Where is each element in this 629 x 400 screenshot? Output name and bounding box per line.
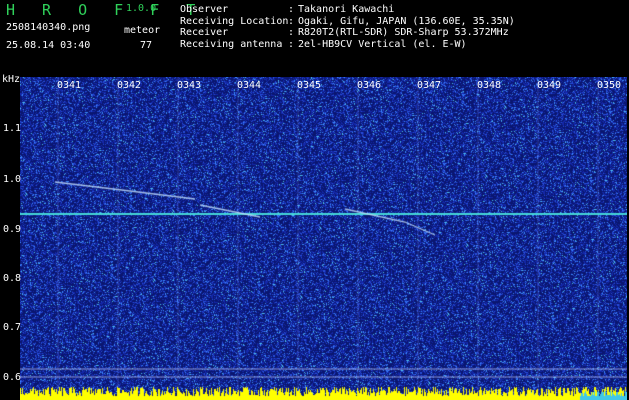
info-value: 2el-HB9CV Vertical (el. E-W) [298, 38, 467, 50]
info-separator: : [288, 27, 295, 38]
info-key: Receiving Location [180, 15, 289, 27]
detection-count: 77 [140, 40, 153, 51]
info-value: R820T2(RTL-SDR) SDR-Sharp 53.372MHz [298, 27, 509, 38]
x-tick-label: 0347 [417, 80, 442, 91]
x-tick-label: 0345 [297, 80, 322, 91]
info-key: Observer [180, 4, 229, 15]
spectrogram-canvas [20, 77, 627, 400]
info-row-receiver: Receiver: R820T2(RTL-SDR) SDR-Sharp 53.37… [180, 27, 515, 39]
x-tick-label: 0342 [117, 80, 142, 91]
x-tick-label: 0341 [57, 80, 82, 91]
y-tick-label: 1.0 [3, 174, 22, 185]
info-separator: : [288, 15, 295, 27]
info-row-location: Receiving Location: Ogaki, Gifu, JAPAN (1… [180, 16, 515, 28]
y-axis-unit: kHz [2, 74, 21, 85]
y-tick-label: 0.6 [3, 372, 22, 383]
y-tick-label: 0.8 [3, 273, 22, 284]
info-separator: : [288, 4, 295, 15]
file-datetime: 25.08.14 03:40 [6, 40, 91, 51]
x-tick-label: 0344 [237, 80, 262, 91]
header-panel: H R O F F T 1.0.0 2508140340.png 25.08.1… [0, 0, 629, 76]
station-info: Observer: Takanori Kawachi Receiving Loca… [180, 4, 515, 50]
info-value: Takanori Kawachi [298, 4, 395, 15]
info-key: Receiver [180, 27, 229, 38]
y-tick-label: 0.9 [3, 224, 22, 235]
file-name: 2508140340.png [6, 22, 91, 33]
x-tick-label: 0350 [597, 80, 622, 91]
info-row-antenna: Receiving antenna:2el-HB9CV Vertical (el… [180, 39, 515, 51]
detection-mode: meteor [124, 25, 161, 36]
app-title: H R O F F T [6, 1, 205, 19]
x-tick-label: 0346 [357, 80, 382, 91]
info-value: Ogaki, Gifu, JAPAN (136.60E, 35.35N) [298, 15, 515, 27]
info-key: Receiving antenna [180, 38, 283, 50]
y-tick-label: 0.7 [3, 322, 22, 333]
x-tick-label: 0349 [537, 80, 562, 91]
x-tick-label: 0343 [177, 80, 202, 91]
x-tick-label: 0348 [477, 80, 502, 91]
y-tick-label: 1.1 [3, 123, 22, 134]
info-row-observer: Observer: Takanori Kawachi [180, 4, 515, 16]
info-separator: : [288, 38, 295, 50]
app-version: 1.0.0 [126, 3, 157, 14]
